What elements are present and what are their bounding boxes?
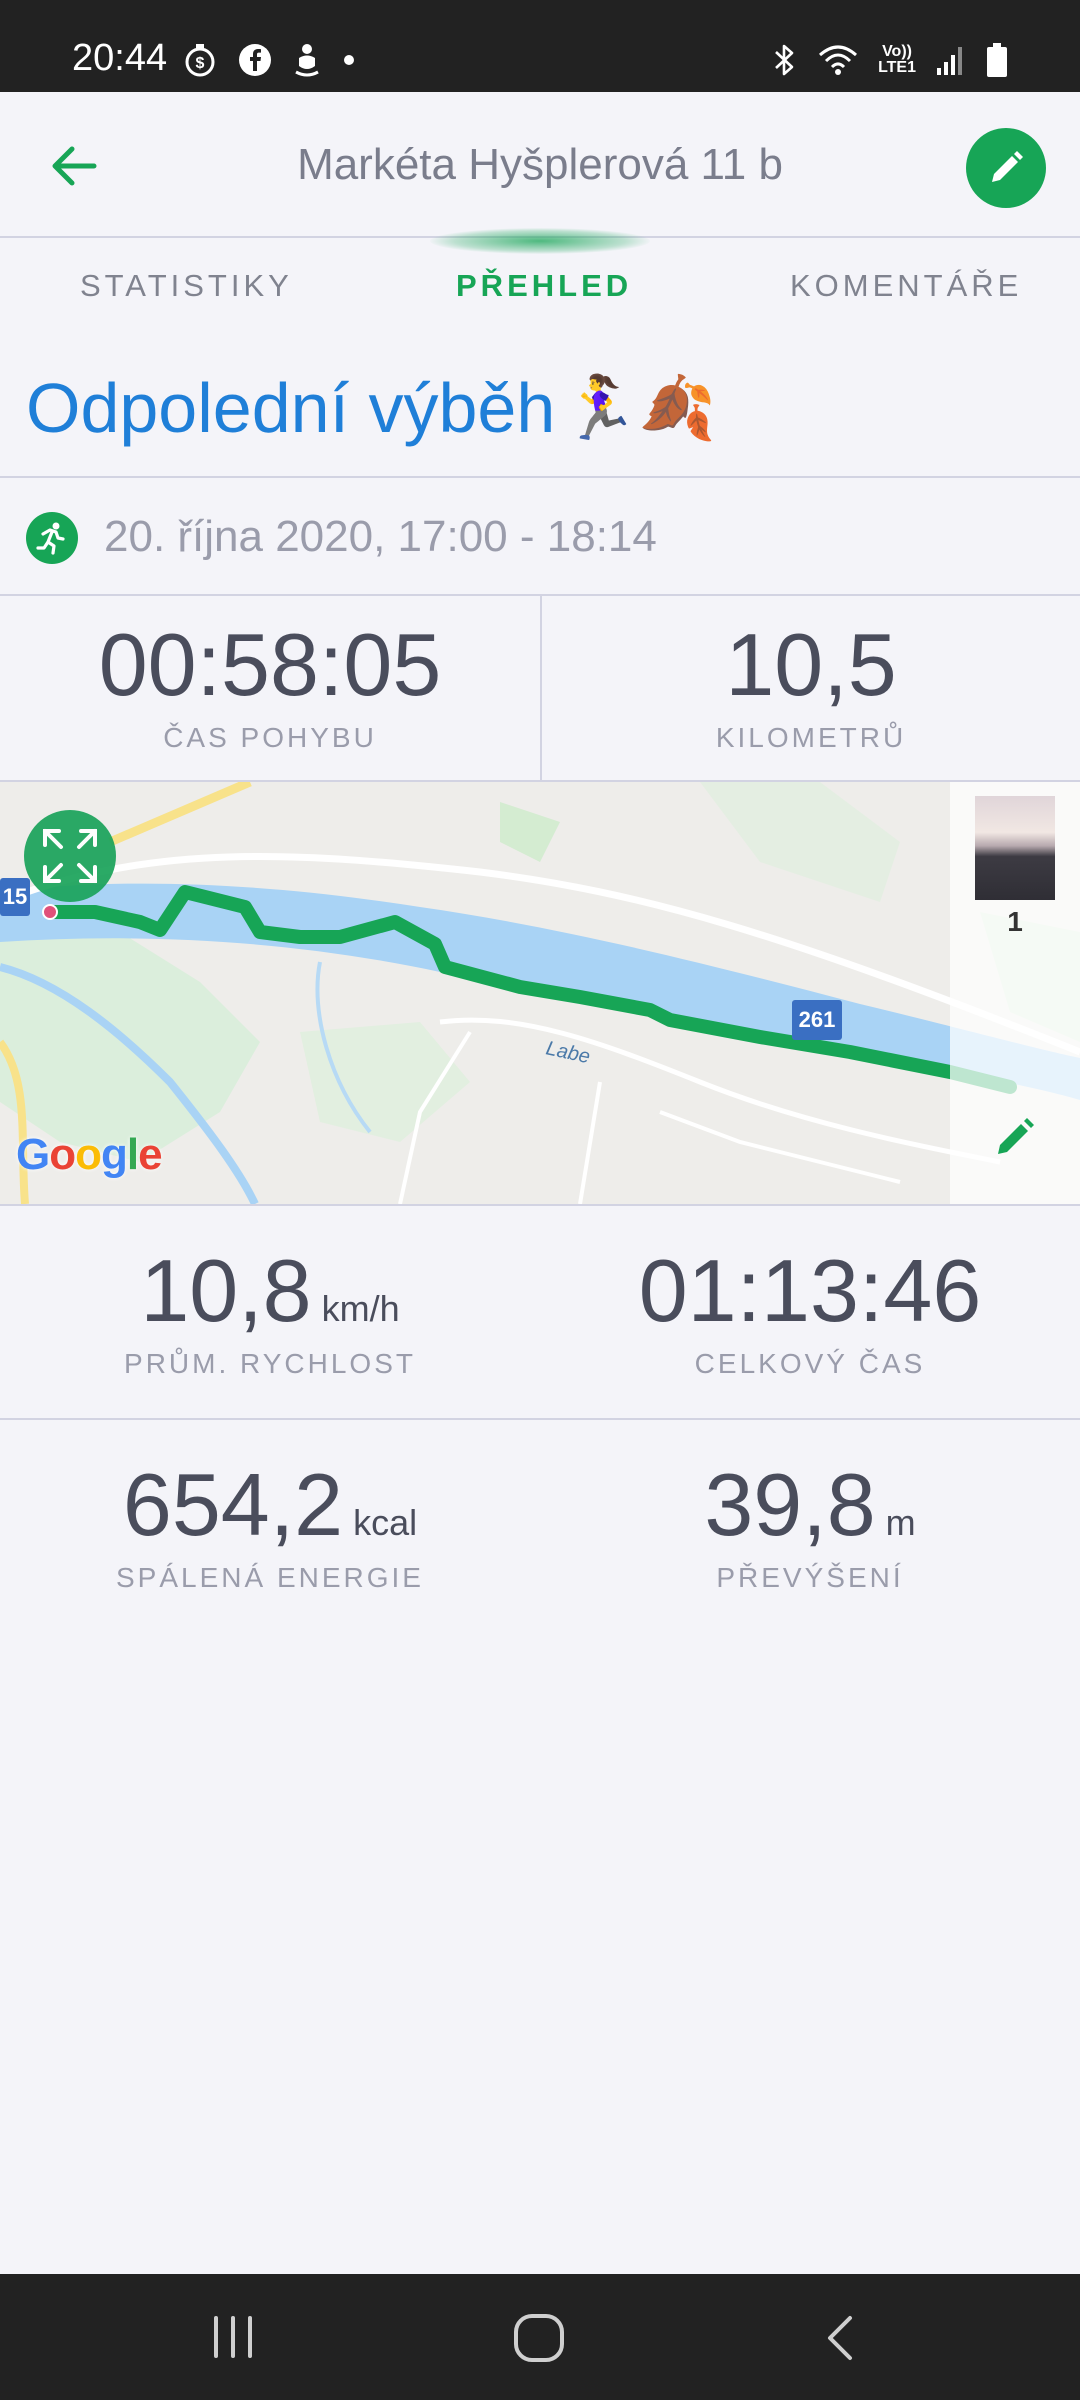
back-arrow-icon[interactable] [44, 136, 104, 196]
status-time: 20:44 [72, 37, 168, 79]
athlete-name-title: Markéta Hyšplerová 11 b [297, 140, 783, 189]
tab-statistiky[interactable]: STATISTIKY [80, 268, 293, 304]
tab-prehled[interactable]: PŘEHLED [456, 268, 632, 304]
total-time-label: CELKOVÝ ČAS [694, 1348, 926, 1379]
total-time-value: 01:13:46 [638, 1241, 982, 1340]
distance-value: 10,5 [725, 615, 897, 714]
elevation-unit: m [885, 1502, 916, 1543]
divider [0, 476, 1080, 478]
dot-icon [344, 55, 354, 65]
active-tab-indicator [430, 228, 650, 254]
stat-elevation: 39,8 m PŘEVÝŠENÍ [540, 1454, 1080, 1594]
tab-komentare[interactable]: KOMENTÁŘE [790, 268, 1022, 304]
activity-emoji: 🏃‍♀️🍂 [561, 373, 716, 443]
distance-label: KILOMETRŮ [715, 722, 907, 753]
recent-apps-button[interactable] [208, 2314, 258, 2360]
activity-date: 20. října 2020, 17:00 - 18:14 [104, 512, 657, 561]
edit-activity-button[interactable] [966, 128, 1046, 208]
elevation-label: PŘEVÝŠENÍ [716, 1562, 904, 1593]
elevation-value: 39,8 [704, 1455, 876, 1554]
running-icon [26, 512, 78, 564]
map-canvas: Labe [0, 782, 1080, 1204]
signal-icon [937, 47, 962, 75]
activity-photo-thumbnail[interactable] [975, 796, 1055, 900]
status-system-icons: Vo)) LTE1 [772, 38, 1008, 82]
volte-label: Vo)) [882, 43, 912, 60]
divider [0, 1418, 1080, 1420]
bluetooth-icon [775, 44, 794, 76]
energy-label: SPÁLENÁ ENERGIE [116, 1562, 424, 1593]
google-logo: Google [16, 1130, 163, 1179]
wifi-icon [819, 45, 858, 75]
road-badge-261: 261 [792, 1000, 842, 1040]
avg-speed-label: PRŮM. RYCHLOST [124, 1348, 416, 1379]
volte-icon: Vo)) LTE1 [878, 44, 916, 76]
moving-time-label: ČAS POHYBU [163, 722, 377, 753]
lte-label: LTE1 [878, 59, 916, 76]
expand-icon [43, 829, 97, 883]
stat-distance: 10,5 KILOMETRŮ [542, 614, 1080, 754]
activity-title-text: Odpolední výběh [26, 369, 556, 447]
moving-time-value: 00:58:05 [98, 615, 442, 714]
tab-bar: STATISTIKY PŘEHLED KOMENTÁŘE [0, 228, 1080, 334]
stat-total-time: 01:13:46 CELKOVÝ ČAS [540, 1240, 1080, 1380]
energy-unit: kcal [353, 1502, 418, 1543]
fitness-app-icon [295, 44, 319, 77]
battery-icon [987, 43, 1007, 77]
svg-text:$: $ [196, 55, 205, 72]
route-start-marker [42, 904, 58, 920]
road-badge-15: 15 [0, 878, 30, 916]
status-bar: 20:44 $ Vo)) LTE1 [0, 0, 1080, 92]
energy-value: 654,2 [122, 1455, 344, 1554]
status-notification-icons: $ [182, 38, 356, 82]
stat-energy: 654,2 kcal SPÁLENÁ ENERGIE [0, 1454, 540, 1594]
back-nav-button[interactable] [822, 2314, 858, 2362]
divider [0, 1204, 1080, 1206]
home-button[interactable] [512, 2312, 566, 2364]
activity-date-row: 20. října 2020, 17:00 - 18:14 [0, 480, 1080, 592]
stat-avg-speed: 10,8 km/h PRŮM. RYCHLOST [0, 1240, 540, 1380]
pencil-icon [992, 151, 1023, 182]
activity-title: Odpolední výběh 🏃‍♀️🍂 [26, 358, 716, 458]
app-bar: Markéta Hyšplerová 11 b [0, 92, 1080, 238]
facebook-icon [239, 44, 271, 76]
avg-speed-unit: km/h [321, 1288, 400, 1329]
stat-moving-time: 00:58:05 ČAS POHYBU [0, 614, 540, 754]
photo-panel: 1 [950, 782, 1080, 1204]
photo-count: 1 [1007, 906, 1023, 937]
system-nav-bar [0, 2274, 1080, 2400]
map-edit-pencil-icon[interactable] [992, 1114, 1038, 1160]
avg-speed-value: 10,8 [140, 1241, 312, 1340]
fullscreen-map-button[interactable] [24, 810, 116, 902]
stopwatch-dollar-icon: $ [185, 44, 215, 77]
route-map[interactable]: Labe 15 261 Google 1 [0, 782, 1080, 1204]
